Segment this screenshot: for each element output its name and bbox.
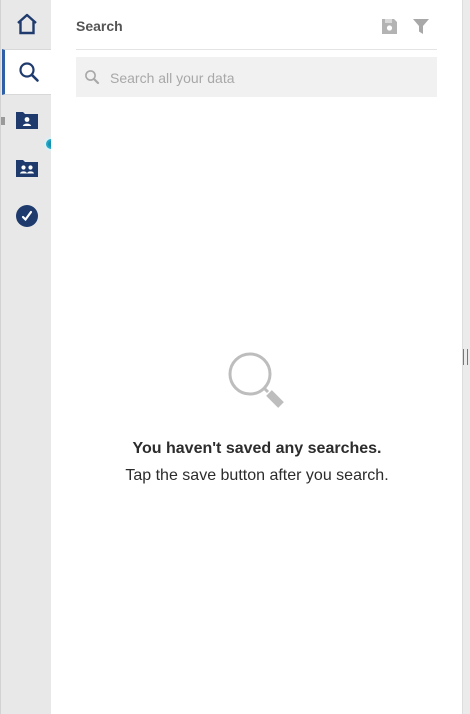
- search-input[interactable]: [108, 57, 432, 99]
- side-rail: [0, 0, 58, 714]
- rail-item-folder-person[interactable]: [2, 97, 52, 143]
- panel-header: Search: [76, 0, 437, 50]
- search-field-icon: [85, 70, 100, 85]
- rail-item-search[interactable]: [2, 49, 52, 95]
- home-icon: [17, 13, 37, 35]
- search-panel: Search You haven't saved any searche: [51, 0, 463, 714]
- folder-people-icon: [16, 160, 38, 177]
- empty-state: You haven't saved any searches. Tap the …: [51, 350, 463, 485]
- resize-grip[interactable]: [463, 349, 468, 365]
- save-search-button[interactable]: [379, 16, 399, 36]
- filter-button[interactable]: [411, 16, 431, 36]
- rail-item-check[interactable]: [2, 193, 52, 239]
- folder-person-icon: [16, 112, 38, 129]
- save-search-icon: [381, 18, 397, 34]
- filter-icon: [413, 18, 429, 34]
- check-circle-icon: [16, 205, 38, 227]
- magnifier-icon: [228, 352, 284, 408]
- empty-state-title: You haven't saved any searches.: [132, 440, 382, 457]
- empty-state-subtitle: Tap the save button after you search.: [125, 467, 389, 484]
- page-title: Search: [76, 18, 123, 34]
- search-box[interactable]: [76, 57, 437, 99]
- rail-item-home[interactable]: [2, 1, 52, 47]
- rail-item-folder-people[interactable]: [2, 145, 52, 191]
- search-icon: [18, 62, 39, 82]
